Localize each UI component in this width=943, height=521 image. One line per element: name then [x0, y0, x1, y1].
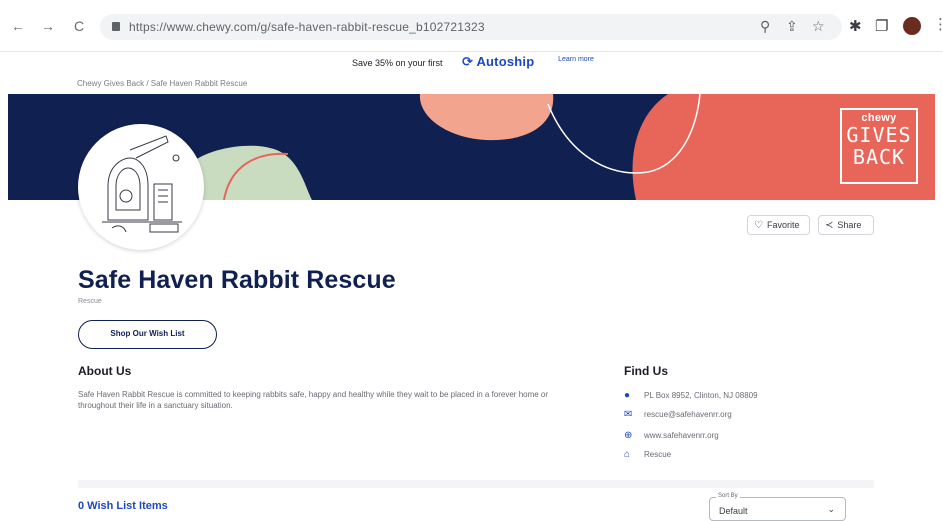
zoom-icon[interactable]: ⚲ — [760, 18, 770, 35]
website-text[interactable]: www.safehavenrr.org — [644, 431, 719, 440]
section-divider — [78, 480, 874, 488]
share-icon[interactable]: ⇪ — [786, 18, 798, 35]
find-website[interactable]: ⊕ www.safehavenrr.org — [624, 430, 719, 441]
shop-wish-list-button[interactable]: Shop Our Wish List — [78, 320, 217, 349]
lock-icon — [112, 22, 120, 31]
share-label: Share — [837, 220, 862, 230]
wish-list-count: 0 Wish List Items — [78, 500, 168, 512]
autoship-icon: ⟳ — [462, 54, 474, 69]
organization-logo — [78, 124, 204, 250]
browser-toolbar: ← → C https://www.chewy.com/g/safe-haven… — [0, 0, 943, 52]
gives-back-back: BACK — [852, 145, 906, 169]
sort-select[interactable]: Sort By Default ⌄ — [709, 493, 846, 521]
learn-more-link[interactable]: Learn more — [551, 56, 601, 64]
about-heading: About Us — [78, 364, 132, 378]
location-pin-icon: ● — [624, 390, 631, 401]
favorite-button[interactable]: ♡ Favorite — [747, 215, 810, 235]
url-text[interactable]: https://www.chewy.com/g/safe-haven-rabbi… — [129, 20, 485, 34]
profile-avatar[interactable] — [903, 17, 921, 35]
address-bar[interactable]: https://www.chewy.com/g/safe-haven-rabbi… — [100, 14, 842, 40]
globe-icon: ⊕ — [624, 430, 633, 441]
rabbit-house-illustration — [102, 135, 182, 233]
reload-icon[interactable]: C — [71, 18, 87, 34]
address-text: PL Box 8952, Clinton, NJ 08809 — [644, 391, 758, 400]
find-us-heading: Find Us — [624, 364, 668, 378]
star-icon[interactable]: ☆ — [812, 18, 825, 35]
heart-icon: ♡ — [754, 220, 763, 231]
page-title: Safe Haven Rabbit Rescue — [78, 266, 396, 294]
email-icon: ✉ — [624, 409, 633, 420]
share-button[interactable]: ≺ Share — [818, 215, 874, 235]
type-text: Rescue — [644, 450, 672, 459]
promo-text: Save 35% on your first — [352, 58, 443, 68]
chevron-down-icon: ⌄ — [827, 504, 835, 514]
find-type: ⌂ Rescue — [624, 449, 671, 460]
sort-label: Sort By — [716, 493, 740, 499]
share-arrow-icon: ≺ — [825, 220, 834, 231]
menu-icon[interactable]: ⋮ — [933, 15, 943, 33]
promo-strip: Save 35% on your first ⟳ Autoship Learn … — [0, 52, 943, 74]
organization-type: Rescue — [78, 298, 102, 305]
extensions-icon[interactable]: ✱ — [849, 17, 862, 35]
email-text[interactable]: rescue@safehavenrr.org — [644, 410, 732, 419]
autoship-logo: ⟳ Autoship — [462, 54, 534, 70]
autoship-label: Autoship — [476, 54, 535, 69]
find-address: ● PL Box 8952, Clinton, NJ 08809 — [624, 390, 758, 401]
about-text: Safe Haven Rabbit Rescue is committed to… — [78, 390, 549, 410]
side-panel-icon[interactable]: ❐ — [875, 17, 888, 35]
chewy-gives-back-logo: chewy GIVES BACK — [840, 108, 918, 184]
forward-icon[interactable]: → — [40, 18, 56, 34]
sort-value: Default — [719, 506, 748, 516]
breadcrumb[interactable]: Chewy Gives Back / Safe Haven Rabbit Res… — [77, 79, 247, 88]
gives-back-gives: GIVES — [846, 123, 912, 147]
building-icon: ⌂ — [624, 449, 631, 460]
back-icon[interactable]: ← — [10, 18, 26, 34]
favorite-label: Favorite — [766, 220, 800, 230]
find-email[interactable]: ✉ rescue@safehavenrr.org — [624, 409, 732, 420]
